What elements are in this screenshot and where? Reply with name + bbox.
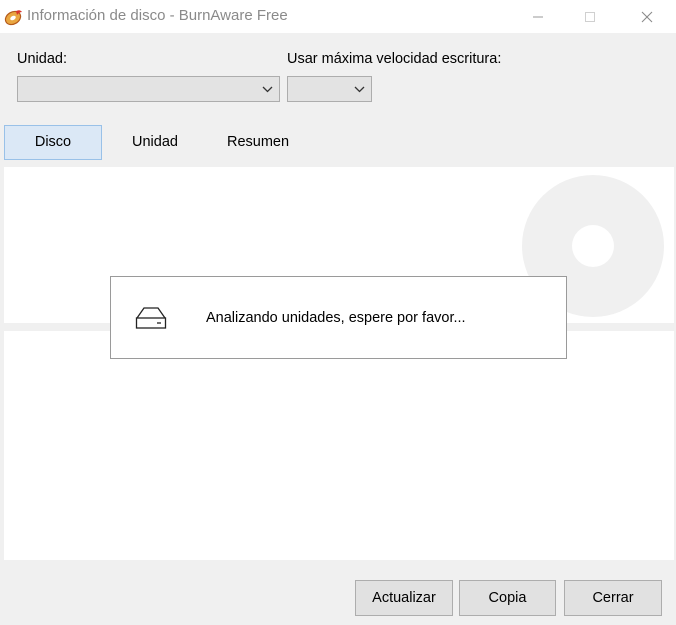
- drive-icon: [135, 307, 167, 329]
- disc-info-window: Información de disco - BurnAware Free Un…: [0, 0, 676, 625]
- tab-resumen[interactable]: Resumen: [212, 125, 304, 160]
- disc-details-panel: [4, 331, 674, 560]
- maximize-icon: [585, 12, 595, 22]
- unit-label: Unidad:: [17, 51, 67, 67]
- close-button[interactable]: Cerrar: [564, 580, 662, 616]
- maximize-button[interactable]: [567, 0, 613, 33]
- speed-label: Usar máxima velocidad escritura:: [287, 51, 502, 67]
- title-bar: Información de disco - BurnAware Free: [0, 0, 676, 33]
- window-title: Información de disco - BurnAware Free: [27, 7, 288, 24]
- chevron-down-icon: [262, 86, 273, 93]
- chevron-down-icon: [354, 86, 365, 93]
- close-icon: [641, 11, 653, 23]
- speed-select[interactable]: [287, 76, 372, 102]
- close-window-button[interactable]: [624, 0, 670, 33]
- minimize-button[interactable]: [515, 0, 561, 33]
- unit-select[interactable]: [17, 76, 280, 102]
- refresh-button[interactable]: Actualizar: [355, 580, 453, 616]
- progress-dialog: Analizando unidades, espere por favor...: [110, 276, 567, 359]
- progress-message: Analizando unidades, espere por favor...: [206, 310, 466, 326]
- minimize-icon: [533, 16, 543, 18]
- burnaware-app-icon: [4, 8, 24, 26]
- tab-unidad[interactable]: Unidad: [110, 125, 200, 160]
- tab-disco[interactable]: Disco: [4, 125, 102, 160]
- copy-button[interactable]: Copia: [459, 580, 556, 616]
